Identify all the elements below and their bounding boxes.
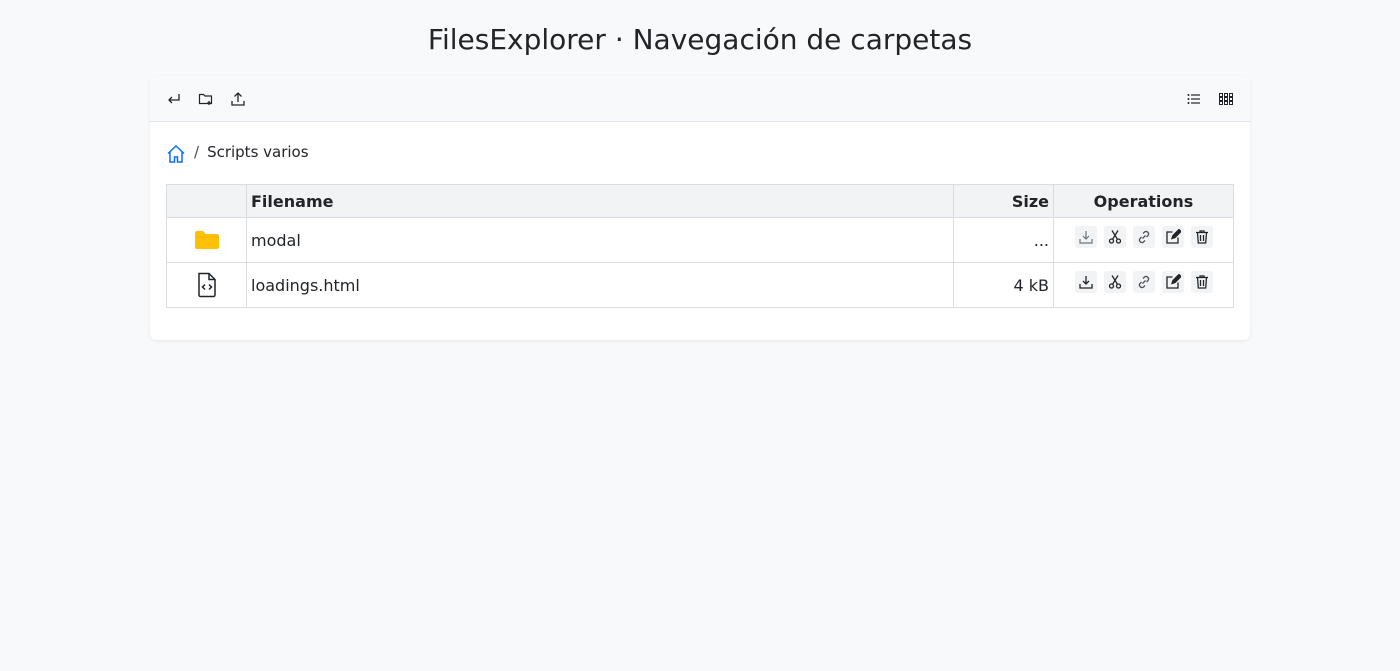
html-file-icon[interactable]: [196, 272, 218, 298]
breadcrumb-separator: /: [194, 143, 200, 161]
grid-view-icon[interactable]: [1214, 87, 1238, 111]
link-icon[interactable]: [1132, 271, 1155, 293]
file-explorer-panel: / Scripts varios Filename Size Operation…: [150, 76, 1250, 340]
link-icon[interactable]: [1132, 226, 1155, 248]
edit-icon[interactable]: [1161, 271, 1184, 293]
header-size[interactable]: Size: [953, 184, 1054, 218]
cut-icon[interactable]: [1103, 226, 1126, 248]
header-operations: Operations: [1053, 184, 1234, 218]
file-name[interactable]: loadings.html: [246, 262, 954, 308]
page-title: FilesExplorer · Navegación de carpetas: [427, 23, 973, 56]
header-filename[interactable]: Filename: [246, 184, 954, 218]
return-icon[interactable]: [162, 87, 186, 111]
home-icon[interactable]: [166, 144, 186, 164]
table-header-row: Filename Size Operations: [166, 184, 1234, 218]
new-folder-icon[interactable]: [194, 87, 218, 111]
table-row[interactable]: loadings.html 4 kB: [166, 262, 1234, 308]
breadcrumb-current[interactable]: Scripts varios: [207, 143, 308, 161]
operations-group: [1058, 271, 1229, 293]
delete-icon[interactable]: [1190, 226, 1213, 248]
header-icon: [166, 184, 247, 218]
list-view-icon[interactable]: [1182, 87, 1206, 111]
file-size: ...: [953, 217, 1054, 263]
edit-icon[interactable]: [1161, 226, 1184, 248]
toolbar: [150, 76, 1250, 122]
download-icon[interactable]: [1074, 271, 1097, 293]
cut-icon[interactable]: [1103, 271, 1126, 293]
download-icon[interactable]: [1074, 226, 1097, 248]
upload-icon[interactable]: [226, 87, 250, 111]
file-name[interactable]: modal: [246, 217, 954, 263]
file-size: 4 kB: [953, 262, 1054, 308]
folder-icon[interactable]: [194, 229, 220, 251]
operations-group: [1058, 226, 1229, 248]
breadcrumb: / Scripts varios: [166, 140, 309, 164]
delete-icon[interactable]: [1190, 271, 1213, 293]
files-table: Filename Size Operations modal ... loadi…: [166, 184, 1234, 308]
table-row[interactable]: modal ...: [166, 217, 1234, 263]
